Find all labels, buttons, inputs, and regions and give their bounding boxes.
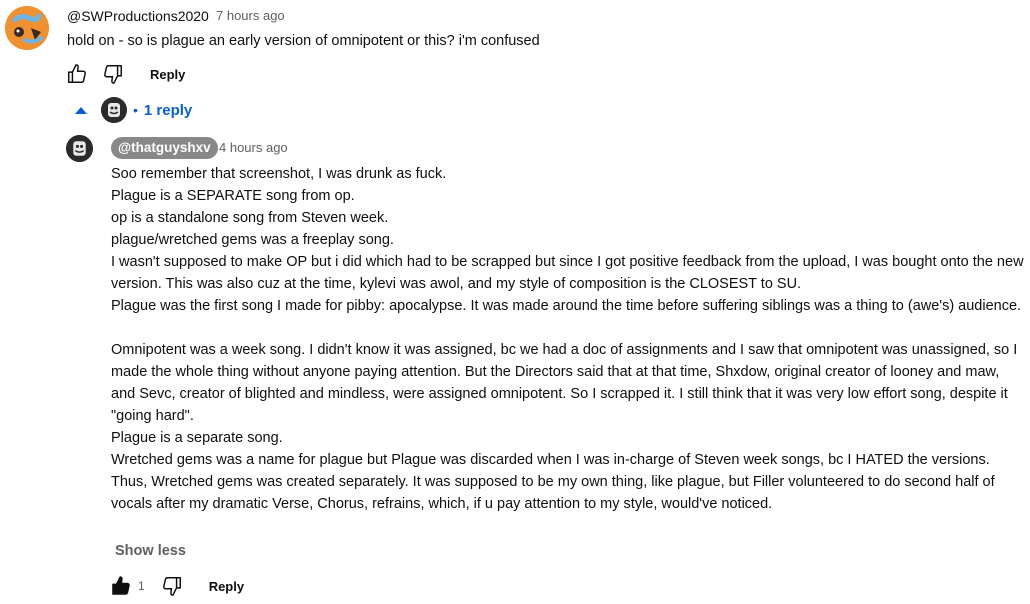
like-count: 1: [138, 579, 145, 593]
reply-text-line: Wretched gems was a name for plague but …: [111, 452, 995, 512]
thumbs-down-icon: [162, 577, 181, 596]
reply-button[interactable]: Reply: [150, 67, 185, 82]
reply-count-label[interactable]: 1 reply: [144, 102, 192, 119]
thumbs-up-filled-icon: [112, 576, 130, 595]
show-less-button[interactable]: Show less: [115, 543, 186, 559]
reply-text-line: Plague was the first song I made for pib…: [111, 298, 1022, 314]
reply-text-line: Plague is a SEPARATE song from op.: [111, 188, 355, 204]
comment-action-bar: Reply: [64, 61, 185, 87]
commenter-avatar[interactable]: [5, 6, 49, 50]
avatar-art-icon: [101, 97, 127, 123]
comment-author[interactable]: @SWProductions2020: [67, 8, 209, 24]
reply-action-bar: 1 Reply: [108, 573, 244, 599]
reply-text-line: Soo remember that screenshot, I was drun…: [111, 166, 447, 182]
avatar-art-icon: [66, 135, 93, 162]
reply-text-line: op is a standalone song from Steven week…: [111, 210, 389, 226]
reply-author-badge[interactable]: @thatguyshxv: [111, 137, 218, 159]
reply-timestamp[interactable]: 4 hours ago: [219, 140, 288, 155]
reply-button[interactable]: Reply: [209, 579, 244, 594]
avatar-art-icon: [5, 6, 49, 50]
reply-blank-line: [111, 317, 1026, 339]
replier-avatar-thumbnail: [101, 97, 127, 123]
comment-timestamp[interactable]: 7 hours ago: [216, 8, 285, 23]
caret-up-icon: [75, 106, 87, 114]
dislike-button[interactable]: [159, 573, 185, 599]
comment-text: hold on - so is plague an early version …: [67, 33, 540, 49]
thumbs-up-icon: [68, 64, 86, 83]
like-button[interactable]: [64, 61, 90, 87]
separator-dot: •: [133, 102, 138, 118]
replier-avatar[interactable]: [66, 135, 93, 162]
hide-replies-toggle[interactable]: • 1 reply: [72, 96, 192, 124]
thumbs-down-icon: [104, 65, 122, 84]
dislike-button[interactable]: [100, 61, 126, 87]
like-button[interactable]: [108, 573, 134, 599]
reply-text-line: Plague is a separate song.: [111, 430, 283, 446]
reply-text-line: plague/wretched gems was a freeplay song…: [111, 232, 394, 248]
reply-text-line: Omnipotent was a week song. I didn't kno…: [111, 342, 1018, 424]
reply-text: Soo remember that screenshot, I was drun…: [111, 163, 1026, 515]
reply-text-line: I wasn't supposed to make OP but i did w…: [111, 254, 1024, 292]
